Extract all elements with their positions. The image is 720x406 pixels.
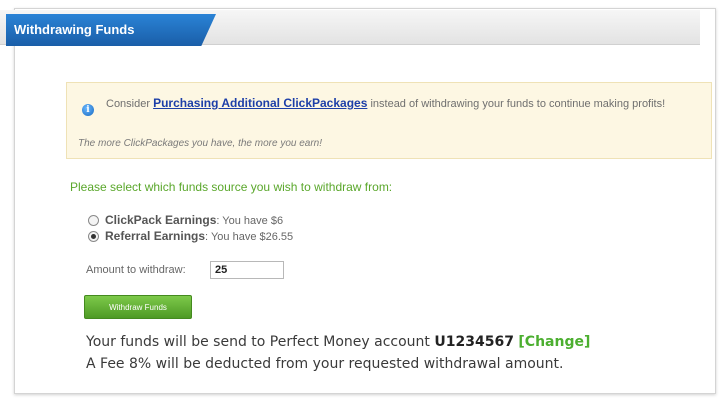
info-suffix: instead of withdrawing your funds to con… — [370, 98, 666, 110]
funds-source-heading: Please select which funds source you wis… — [70, 180, 393, 194]
change-link-label[interactable]: Change — [525, 334, 584, 350]
withdraw-funds-button[interactable]: Withdraw Funds — [84, 295, 192, 319]
clickpack-earnings-label: ClickPack Earnings — [105, 213, 217, 227]
info-note: The more ClickPackages you have, the mor… — [78, 138, 323, 149]
info-message: Consider Purchasing Additional ClickPack… — [106, 94, 696, 114]
amount-label: Amount to withdraw: — [86, 264, 186, 276]
referral-earnings-option[interactable]: Referral Earnings: You have $26.55 — [88, 229, 293, 243]
account-notice: Your funds will be send to Perfect Money… — [86, 334, 590, 350]
fee-notice: A Fee 8% will be deducted from your requ… — [86, 356, 564, 372]
purchase-clickpackages-link[interactable]: Purchasing Additional ClickPackages — [153, 96, 367, 110]
amount-input[interactable] — [210, 261, 284, 279]
change-bracket-close: ] — [583, 334, 591, 350]
referral-earnings-radio[interactable] — [88, 230, 99, 242]
page-title: Withdrawing Funds — [14, 22, 135, 37]
change-account-link[interactable]: [Change] — [518, 334, 590, 350]
account-notice-text: Your funds will be send to Perfect Money… — [86, 334, 430, 350]
info-prefix: Consider — [106, 98, 151, 110]
referral-earnings-amount: : You have $26.55 — [205, 231, 294, 243]
referral-earnings-label: Referral Earnings — [105, 229, 206, 243]
clickpack-earnings-option[interactable]: ClickPack Earnings: You have $6 — [88, 213, 283, 227]
info-icon: i — [82, 104, 94, 116]
clickpack-earnings-radio[interactable] — [88, 214, 99, 226]
account-id: U1234567 — [434, 334, 514, 350]
clickpack-earnings-amount: : You have $6 — [216, 215, 284, 227]
